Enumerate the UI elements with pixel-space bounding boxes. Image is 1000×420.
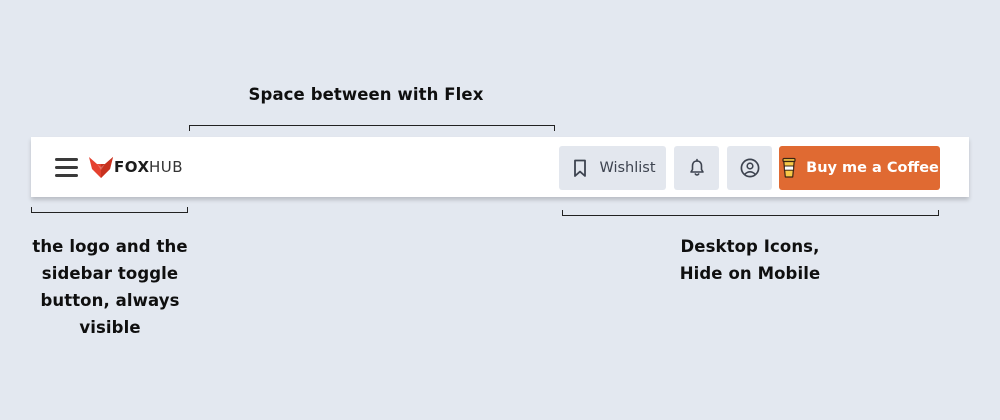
logo-note-line: button, always	[40, 291, 180, 310]
desktop-icons-note: Desktop Icons, Hide on Mobile	[600, 233, 900, 287]
logo-text-hub: HUB	[149, 158, 184, 176]
logo-note-line: the logo and the	[32, 237, 188, 256]
buy-coffee-label: Buy me a Coffee	[806, 160, 939, 176]
logo-note-line: visible	[79, 318, 141, 337]
logo-note-line: sidebar toggle	[41, 264, 179, 283]
user-circle-icon	[740, 158, 759, 178]
wishlist-label: Wishlist	[599, 160, 656, 176]
account-button[interactable]	[727, 146, 772, 190]
logo-toggle-note: the logo and the sidebar toggle button, …	[10, 233, 210, 341]
fox-logo-icon	[89, 157, 113, 178]
navbar: FOX HUB Wishlist Buy me a Coffee	[31, 137, 969, 197]
buy-coffee-button[interactable]: Buy me a Coffee	[779, 146, 940, 190]
logo-bracket	[31, 207, 188, 213]
desktop-note-line: Hide on Mobile	[679, 264, 821, 283]
wishlist-button[interactable]: Wishlist	[559, 146, 666, 190]
logo-text-fox: FOX	[114, 158, 150, 176]
coffee-cup-icon	[782, 157, 796, 178]
desktop-icons-bracket	[562, 210, 939, 216]
desktop-note-line: Desktop Icons,	[680, 237, 820, 256]
space-between-label: Space between with Flex	[248, 85, 484, 104]
bell-icon	[689, 158, 704, 176]
bookmark-icon	[574, 159, 587, 177]
hamburger-icon[interactable]	[55, 157, 79, 177]
notifications-button[interactable]	[674, 146, 719, 190]
space-between-bracket	[189, 125, 555, 131]
